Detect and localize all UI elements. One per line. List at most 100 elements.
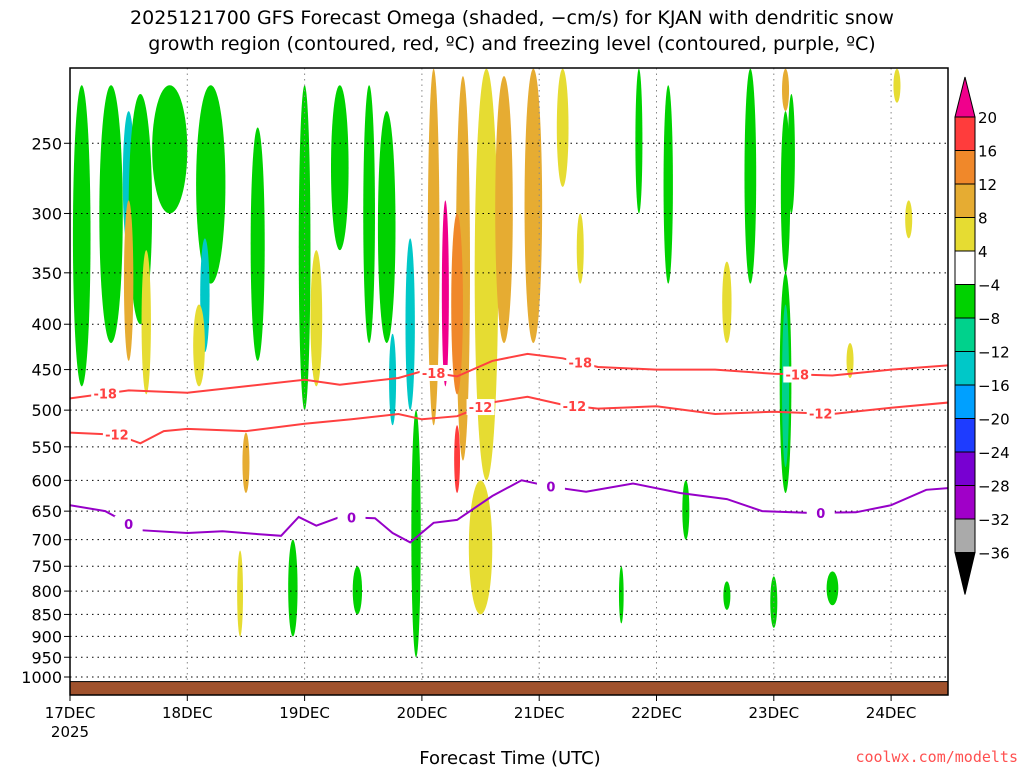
y-tick-label: 600 (31, 471, 62, 490)
omega-region (635, 68, 643, 214)
omega-region (237, 550, 244, 637)
x-tick-label: 19DEC (279, 704, 330, 722)
colorbar-label: 4 (978, 243, 988, 261)
omega-region (451, 213, 463, 395)
omega-region (905, 200, 913, 239)
x-tick-label: 18DEC (162, 704, 213, 722)
contour-label: -12 (469, 401, 493, 416)
contour-label: 0 (124, 518, 133, 533)
colorbar-swatch (954, 351, 976, 386)
omega-region (474, 68, 499, 481)
colorbar-swatch (954, 418, 976, 453)
y-tick-label: 850 (31, 605, 62, 624)
y-tick-label: 300 (31, 204, 62, 223)
omega-region (99, 85, 123, 344)
chart-title-line1: 2025121700 GFS Forecast Omega (shaded, −… (130, 7, 894, 29)
terrain-fill (70, 681, 948, 695)
omega-region (826, 571, 839, 606)
colorbar-label: −24 (978, 444, 1010, 462)
omega-shading (72, 68, 913, 658)
colorbar-swatch (954, 183, 976, 218)
contour-label: -12 (563, 400, 587, 415)
omega-region (787, 94, 795, 214)
colorbar-label: −32 (978, 511, 1010, 529)
omega-region (72, 85, 91, 387)
y-tick-label: 700 (31, 531, 62, 550)
omega-region (441, 200, 449, 387)
y-tick-label: 800 (31, 582, 62, 601)
omega-region (352, 566, 363, 615)
omega-region (454, 425, 461, 493)
omega-region (152, 85, 188, 214)
omega-region (377, 111, 396, 344)
colorbar-label: −16 (978, 377, 1010, 395)
colorbar-label: 8 (978, 210, 988, 228)
omega-region (495, 76, 513, 344)
omega-region (363, 85, 375, 344)
y-tick-label: 550 (31, 438, 62, 457)
omega-region (196, 85, 226, 284)
y-tick-label: 650 (31, 502, 62, 521)
omega-region (744, 68, 757, 284)
colorbar-swatch (954, 451, 976, 486)
y-tick-label: 450 (31, 361, 62, 380)
colorbar-label: −4 (978, 277, 1000, 295)
colorbar-swatch (954, 518, 976, 553)
colorbar-label: 16 (978, 143, 997, 161)
credit-text: coolwx.com/modelts (855, 748, 1018, 766)
contour-label: -12 (105, 429, 129, 444)
chart-title-line2: growth region (contoured, red, ºC) and f… (148, 33, 875, 55)
contour-label: -18 (422, 367, 446, 382)
colorbar-swatch (954, 217, 976, 252)
omega-region (123, 200, 134, 361)
y-tick-label: 750 (31, 557, 62, 576)
contour-label: -18 (786, 369, 810, 384)
colorbar-label: −8 (978, 310, 1000, 328)
omega-region (288, 539, 298, 637)
omega-region (723, 581, 731, 610)
x-tick-label: 24DEC (866, 704, 917, 722)
omega-region (242, 432, 250, 493)
y-tick-label: 250 (31, 134, 62, 153)
y-tick-label: 900 (31, 627, 62, 646)
omega-region (141, 250, 151, 395)
omega-region (782, 304, 790, 468)
y-tick-label: 1000 (21, 668, 62, 687)
contour-label: 0 (347, 511, 356, 526)
omega-region (663, 85, 673, 284)
y-tick-label: 950 (31, 648, 62, 667)
omega-region (298, 85, 311, 411)
contour-label: -18 (93, 388, 117, 403)
y-axis: 250 300 350 400 450 500 550 600 650 700 750 800 850 9… (21, 134, 70, 687)
colorbar-label: −20 (978, 411, 1010, 429)
colorbar-label: −28 (978, 478, 1010, 496)
omega-region (250, 127, 265, 361)
colorbar-swatch (954, 485, 976, 520)
colorbar-top-arrow (954, 76, 976, 118)
colorbar-bottom-arrow (954, 552, 976, 595)
contour-lines: -18 -18 -18 -18 -12 -12 -12 -12 0 0 0 0 (70, 352, 948, 544)
x-tick-label: 17DEC (45, 704, 96, 722)
x-tick-label: 22DEC (631, 704, 682, 722)
colorbar-swatch (954, 116, 976, 151)
omega-region (782, 68, 790, 112)
colorbar-swatch (954, 250, 976, 285)
colorbar-label: −12 (978, 344, 1010, 362)
x-tick-label: 20DEC (397, 704, 448, 722)
x-tick-label: 23DEC (749, 704, 800, 722)
contour-label: 0 (816, 507, 825, 522)
y-tick-label: 500 (31, 401, 62, 420)
colorbar-swatch (954, 384, 976, 419)
omega-region (330, 85, 349, 251)
colorbar-label: 12 (978, 176, 997, 194)
colorbar-swatch (954, 150, 976, 185)
omega-region (682, 480, 690, 540)
x-tick-label: 21DEC (514, 704, 565, 722)
omega-region (722, 261, 732, 344)
omega-region (310, 250, 323, 387)
y-tick-label: 400 (31, 315, 62, 334)
contour-label: -12 (809, 408, 833, 423)
omega-time-height-chart: 2025121700 GFS Forecast Omega (shaded, −… (21, 7, 1018, 768)
colorbar: 20 16 12 8 4 −4 −8 −12 −16 −20 −24 −28 −32 −36 (954, 76, 1010, 595)
x-axis-year: 2025 (51, 723, 89, 741)
